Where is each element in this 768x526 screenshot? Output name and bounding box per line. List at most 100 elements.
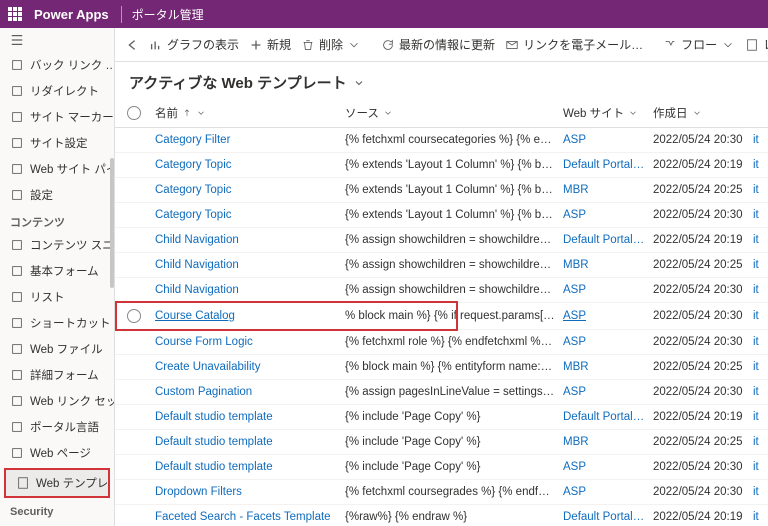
chevron-down-icon <box>196 108 206 118</box>
table-row[interactable]: Faceted Search - Facets Template{%raw%} … <box>115 505 768 526</box>
cell-website[interactable]: Default Portal T… <box>563 234 653 246</box>
delete-button[interactable]: 削除 <box>301 36 361 53</box>
cell-source: {% fetchxml coursegrades %} {% endfetchx… <box>345 486 563 498</box>
refresh-button[interactable]: 最新の情報に更新 <box>381 36 495 53</box>
table-row[interactable]: Category Topic{% extends 'Layout 1 Colum… <box>115 178 768 203</box>
sidebar-item[interactable]: Web リンク セット <box>0 388 114 414</box>
sidebar-item[interactable]: Web ページ <box>0 440 114 466</box>
table-row[interactable]: Child Navigation{% assign showchildren =… <box>115 278 768 303</box>
cell-source: {% include 'Page Copy' %} <box>345 461 563 473</box>
cell-created: 2022/05/24 20:30 <box>653 284 753 296</box>
cell-website[interactable]: Default Portal T… <box>563 411 653 423</box>
col-source[interactable]: ソース <box>345 105 563 121</box>
cell-website[interactable]: ASP <box>563 134 653 146</box>
cell-website[interactable]: MBR <box>563 361 653 373</box>
sidebar-group-security: Security <box>0 500 114 520</box>
table-row[interactable]: Child Navigation{% assign showchildren =… <box>115 228 768 253</box>
cell-website[interactable]: ASP <box>563 209 653 221</box>
sidebar-item-label: Web ページ <box>30 445 91 461</box>
sidebar-item[interactable]: Web ファイル <box>0 336 114 362</box>
sidebar-collapse[interactable] <box>0 28 114 52</box>
cell-created: 2022/05/24 20:19 <box>653 159 753 171</box>
sidebar-item[interactable]: Web サイト パイ… <box>0 156 114 182</box>
cell-website[interactable]: MBR <box>563 184 653 196</box>
trash-icon <box>301 38 315 52</box>
cell-website[interactable]: ASP <box>563 486 653 498</box>
sidebar-item[interactable]: 設定 <box>0 182 114 208</box>
cell-website[interactable]: ASP <box>563 386 653 398</box>
cell-modified-indicator: it <box>753 411 768 423</box>
email-link-button[interactable]: リンクを電子メール… <box>505 36 643 53</box>
waffle-icon[interactable] <box>8 7 22 21</box>
table-row[interactable]: Category Topic{% extends 'Layout 1 Colum… <box>115 153 768 178</box>
cell-name[interactable]: Course Form Logic <box>155 336 345 348</box>
cell-created: 2022/05/24 20:25 <box>653 259 753 271</box>
cell-name[interactable]: Default studio template <box>155 411 345 423</box>
sidebar-item[interactable]: リダイレクト <box>0 78 114 104</box>
cell-created: 2022/05/24 20:30 <box>653 486 753 498</box>
cell-name[interactable]: Create Unavailability <box>155 361 345 373</box>
table-row[interactable]: Default studio template{% include 'Page … <box>115 430 768 455</box>
cell-created: 2022/05/24 20:30 <box>653 310 753 322</box>
cell-name[interactable]: Category Filter <box>155 134 345 146</box>
table-row[interactable]: Category Topic{% extends 'Layout 1 Colum… <box>115 203 768 228</box>
table-row[interactable]: Default studio template{% include 'Page … <box>115 455 768 480</box>
table-row[interactable]: Dropdown Filters{% fetchxml coursegrades… <box>115 480 768 505</box>
sidebar-item[interactable]: ショートカット <box>0 310 114 336</box>
sidebar-item[interactable]: 取引先担当者 <box>0 520 114 526</box>
cell-name[interactable]: Course Catalog <box>155 310 345 322</box>
cell-website[interactable]: Default Portal T… <box>563 511 653 523</box>
cell-website[interactable]: ASP <box>563 284 653 296</box>
sidebar-item-label: リダイレクト <box>30 83 99 99</box>
cell-website[interactable]: Default Portal T… <box>563 159 653 171</box>
cell-name[interactable]: Child Navigation <box>155 259 345 271</box>
sidebar-item[interactable]: サイト マーカー <box>0 104 114 130</box>
new-button[interactable]: 新規 <box>249 36 291 53</box>
sidebar-item[interactable]: サイト設定 <box>0 130 114 156</box>
refresh-icon <box>381 38 395 52</box>
run-report-button[interactable]: レポートの実行 <box>745 36 768 53</box>
cell-name[interactable]: Category Topic <box>155 159 345 171</box>
table-row[interactable]: Child Navigation{% assign showchildren =… <box>115 253 768 278</box>
col-created[interactable]: 作成日 <box>653 105 753 121</box>
cell-name[interactable]: Default studio template <box>155 461 345 473</box>
cell-name[interactable]: Category Topic <box>155 184 345 196</box>
sidebar-scrollbar[interactable] <box>110 28 114 526</box>
table-row[interactable]: Course Catalog% block main %} {% if requ… <box>115 303 768 330</box>
table-row[interactable]: Course Form Logic{% fetchxml role %} {% … <box>115 330 768 355</box>
cell-website[interactable]: ASP <box>563 336 653 348</box>
back-button[interactable] <box>125 38 139 52</box>
sidebar-item[interactable]: バック リンク … <box>0 52 114 78</box>
flow-button[interactable]: フロー <box>663 36 735 53</box>
table-row[interactable]: Category Filter{% fetchxml coursecategor… <box>115 128 768 153</box>
cell-website[interactable]: ASP <box>563 461 653 473</box>
show-chart-button[interactable]: グラフの表示 <box>149 36 239 53</box>
view-title[interactable]: アクティブな Web テンプレート <box>115 62 768 99</box>
sidebar-item[interactable]: ポータル言語 <box>0 414 114 440</box>
cell-name[interactable]: Child Navigation <box>155 284 345 296</box>
report-icon <box>745 38 759 52</box>
sidebar-item[interactable]: リスト <box>0 284 114 310</box>
cell-name[interactable]: Custom Pagination <box>155 386 345 398</box>
cell-name[interactable]: Category Topic <box>155 209 345 221</box>
cell-name[interactable]: Dropdown Filters <box>155 486 345 498</box>
cell-website[interactable]: MBR <box>563 259 653 271</box>
sidebar-item-web-template[interactable]: Web テンプレート <box>6 470 108 496</box>
cell-website[interactable]: ASP <box>563 310 653 322</box>
row-radio[interactable] <box>127 309 141 323</box>
cell-name[interactable]: Default studio template <box>155 436 345 448</box>
col-name[interactable]: 名前 <box>155 105 345 121</box>
table-row[interactable]: Create Unavailability{% block main %} {%… <box>115 355 768 380</box>
col-website[interactable]: Web サイト <box>563 105 653 121</box>
cell-name[interactable]: Faceted Search - Facets Template <box>155 511 345 523</box>
sidebar-item[interactable]: 詳細フォーム <box>0 362 114 388</box>
cell-modified-indicator: it <box>753 310 768 322</box>
chevron-down-icon <box>692 108 702 118</box>
select-all[interactable] <box>121 106 155 120</box>
table-row[interactable]: Custom Pagination{% assign pagesInLineVa… <box>115 380 768 405</box>
cell-website[interactable]: MBR <box>563 436 653 448</box>
sidebar-item[interactable]: コンテンツ スニ… <box>0 232 114 258</box>
cell-name[interactable]: Child Navigation <box>155 234 345 246</box>
sidebar-item[interactable]: 基本フォーム <box>0 258 114 284</box>
table-row[interactable]: Default studio template{% include 'Page … <box>115 405 768 430</box>
